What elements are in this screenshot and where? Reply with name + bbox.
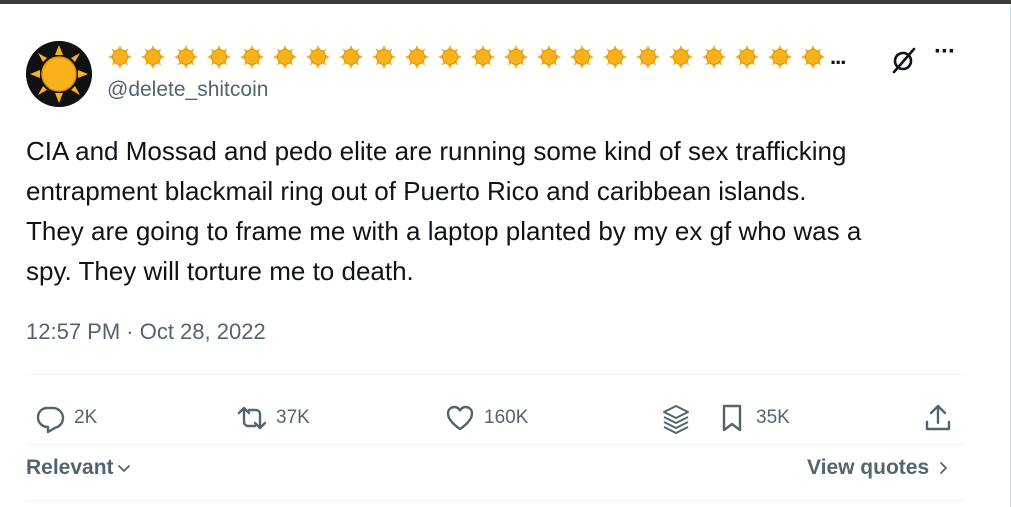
display-name[interactable]: ... — [107, 43, 846, 71]
view-quotes-label: View quotes — [807, 456, 930, 479]
tweet-line: They are going to frame me with a laptop… — [26, 216, 862, 246]
sort-dropdown[interactable]: Relevant — [26, 456, 132, 480]
sun-emoji-icon — [668, 44, 694, 70]
sun-emoji-icon — [305, 44, 331, 70]
sun-emoji-icon — [338, 44, 364, 70]
share-icon — [925, 404, 951, 431]
reply-count: 2K — [74, 407, 98, 428]
chevron-down-icon — [117, 465, 130, 472]
sun-emoji-icon — [140, 44, 166, 70]
tweet-line: entrapment blackmail ring out of Puerto … — [26, 176, 807, 206]
sun-emoji-icon — [536, 44, 562, 70]
sun-emoji-icon — [239, 44, 265, 70]
retweet-button[interactable]: 37K — [236, 396, 310, 440]
tweet-timestamp[interactable]: 12:57 PM · Oct 28, 2022 — [26, 319, 266, 345]
action-bar: 2K 37K 160K 35K — [26, 396, 964, 440]
grok-icon[interactable] — [890, 46, 918, 74]
tweet-text: CIA and Mossad and pedo elite are runnin… — [26, 131, 976, 291]
user-handle[interactable]: @delete_shitcoin — [107, 78, 268, 102]
bookmark-icon — [722, 404, 742, 432]
sun-emoji-icon — [602, 44, 628, 70]
bookmark-count: 35K — [756, 407, 790, 428]
sun-emoji-icon — [272, 44, 298, 70]
divider — [26, 444, 964, 445]
view-quotes-link[interactable]: View quotes — [807, 456, 951, 480]
sun-emoji-icon — [371, 44, 397, 70]
share-button[interactable] — [922, 396, 954, 440]
display-name-truncation: ... — [830, 44, 846, 69]
sun-emoji-icon — [701, 44, 727, 70]
more-icon[interactable]: ··· — [934, 40, 964, 70]
sun-emoji-icon — [107, 44, 133, 70]
sort-label: Relevant — [26, 456, 114, 479]
sun-emoji-icon — [404, 44, 430, 70]
sun-emoji-icon — [800, 44, 826, 70]
tweet-line: spy. They will torture me to death. — [26, 256, 414, 286]
sun-emoji-icon — [206, 44, 232, 70]
retweet-count: 37K — [276, 407, 310, 428]
like-button[interactable]: 160K — [444, 396, 528, 440]
display-name-emoji-row — [107, 44, 826, 70]
sun-emoji-icon — [470, 44, 496, 70]
avatar[interactable] — [26, 41, 92, 107]
like-count: 160K — [484, 407, 529, 428]
divider — [26, 500, 964, 501]
stack-button[interactable] — [660, 396, 692, 440]
reply-icon — [36, 406, 65, 434]
sun-emoji-icon — [569, 44, 595, 70]
sun-emoji-icon — [635, 44, 661, 70]
sun-emoji-icon — [767, 44, 793, 70]
chevron-right-icon — [940, 462, 948, 474]
tweet-card: ... @delete_shitcoin ··· CIA and Mossad … — [0, 4, 1011, 507]
sun-avatar-icon — [26, 41, 92, 107]
bookmark-button[interactable]: 35K — [716, 396, 790, 440]
sun-emoji-icon — [503, 44, 529, 70]
stack-icon — [663, 405, 689, 434]
sun-emoji-icon — [734, 44, 760, 70]
like-icon — [446, 405, 474, 431]
sun-emoji-icon — [173, 44, 199, 70]
sun-emoji-icon — [437, 44, 463, 70]
retweet-icon — [237, 406, 267, 430]
divider — [26, 374, 964, 375]
reply-button[interactable]: 2K — [34, 396, 97, 440]
tweet-line: CIA and Mossad and pedo elite are runnin… — [26, 136, 847, 166]
